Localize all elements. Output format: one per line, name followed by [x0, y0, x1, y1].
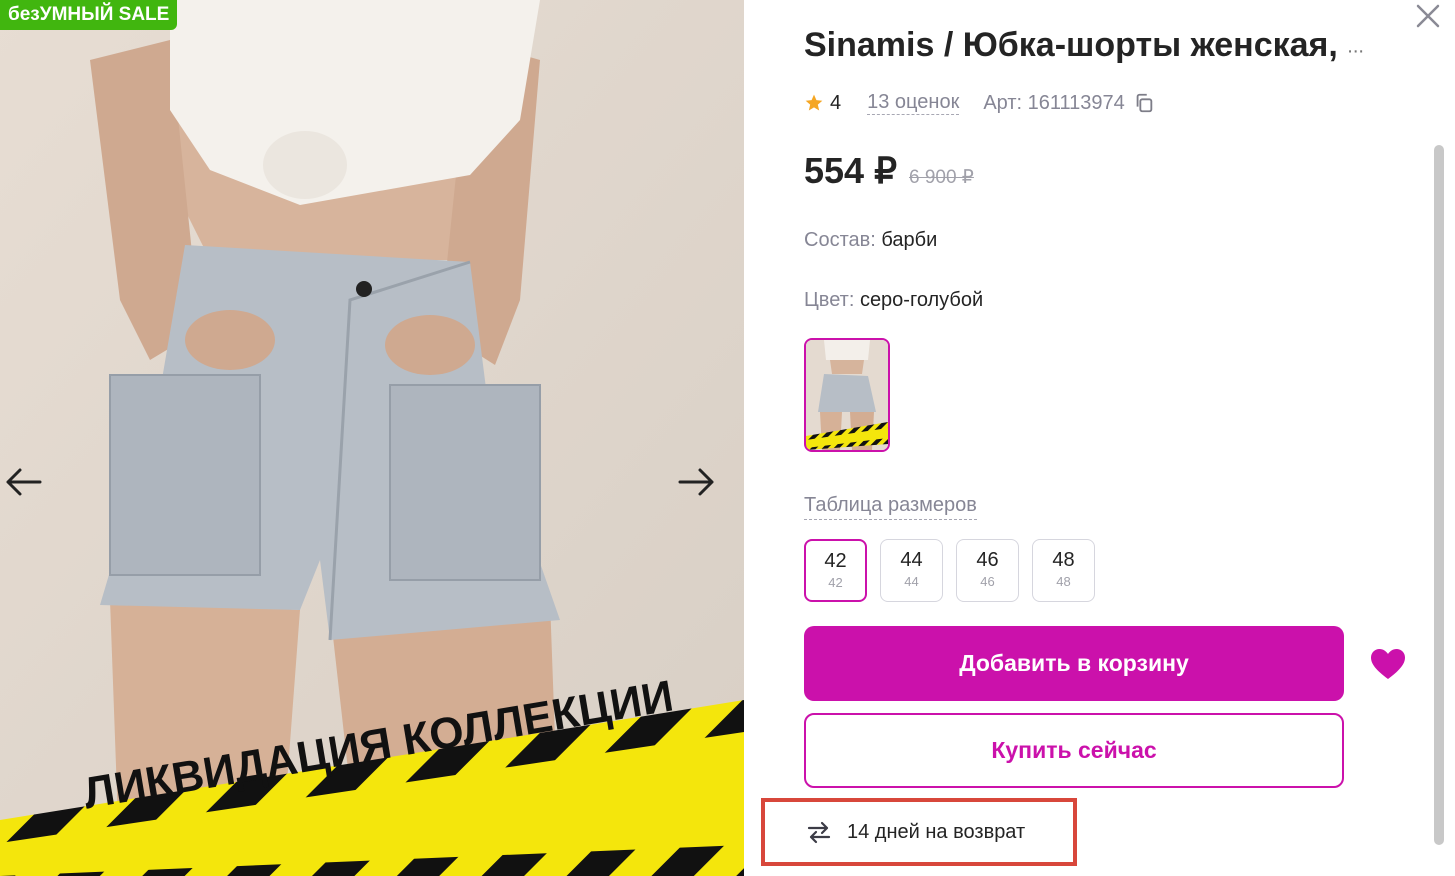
size-option-48[interactable]: 48 48 [1032, 539, 1095, 602]
return-policy-text: 14 дней на возврат [847, 820, 1026, 843]
composition-value: барби [881, 229, 938, 251]
star-icon [805, 94, 823, 111]
size-option-44[interactable]: 44 44 [880, 539, 943, 602]
size-option-42[interactable]: 42 42 [804, 539, 867, 602]
article-number: Арт: 161113974 [983, 91, 1125, 114]
size-ru: 48 [1056, 574, 1071, 589]
size-option-46[interactable]: 46 46 [956, 539, 1019, 602]
reviews-link[interactable]: 13 оценок [867, 91, 960, 115]
copy-icon[interactable] [1133, 92, 1155, 114]
close-icon[interactable] [1414, 2, 1442, 30]
product-title-text: Sinamis / Юбка-шорты женская, [804, 26, 1338, 64]
return-arrows-icon [807, 821, 831, 844]
color: Цвет: серо-голубой [804, 289, 983, 312]
product-quickview: безУМНЫЙ SALE ЛИКВИДАЦИЯ КОЛЛЕКЦИИ Sinam… [0, 0, 1455, 876]
arrow-right-icon[interactable] [672, 458, 720, 506]
title-ellipsis: ... [1347, 35, 1364, 58]
add-to-cart-button[interactable]: Добавить в корзину [804, 626, 1344, 701]
product-meta: 4 13 оценок Арт: 161113974 [804, 89, 1155, 117]
size-ru: 46 [980, 574, 995, 589]
color-swatch-thumbnail[interactable] [804, 338, 890, 452]
buy-now-button[interactable]: Купить сейчас [804, 713, 1344, 788]
composition: Состав: барби [804, 229, 937, 252]
size-value: 48 [1052, 549, 1075, 571]
heart-icon[interactable] [1370, 648, 1406, 680]
price-block: 554 ₽ 6 900 ₽ [804, 150, 974, 192]
product-gallery: безУМНЫЙ SALE ЛИКВИДАЦИЯ КОЛЛЕКЦИИ [0, 0, 744, 876]
current-price: 554 ₽ [804, 150, 897, 191]
composition-label: Состав: [804, 229, 876, 251]
sale-badge: безУМНЫЙ SALE [0, 0, 178, 30]
size-selector: 42 42 44 44 46 46 48 48 [804, 539, 1095, 602]
scrollbar[interactable] [1434, 145, 1444, 845]
old-price: 6 900 ₽ [908, 167, 974, 188]
arrow-left-icon[interactable] [0, 458, 48, 506]
return-policy: 14 дней на возврат [761, 798, 1077, 866]
color-label: Цвет: [804, 289, 855, 311]
size-value: 42 [824, 550, 847, 572]
size-value: 44 [900, 549, 923, 571]
size-ru: 44 [904, 574, 919, 589]
product-title: Sinamis / Юбка-шорты женская, ... [804, 26, 1414, 65]
size-table-link[interactable]: Таблица размеров [804, 494, 977, 520]
size-value: 46 [976, 549, 999, 571]
color-value: серо-голубой [859, 289, 984, 311]
rating-value: 4 [830, 91, 842, 114]
size-ru: 42 [828, 575, 843, 590]
product-info-panel: Sinamis / Юбка-шорты женская, ... 4 13 о… [744, 0, 1455, 876]
